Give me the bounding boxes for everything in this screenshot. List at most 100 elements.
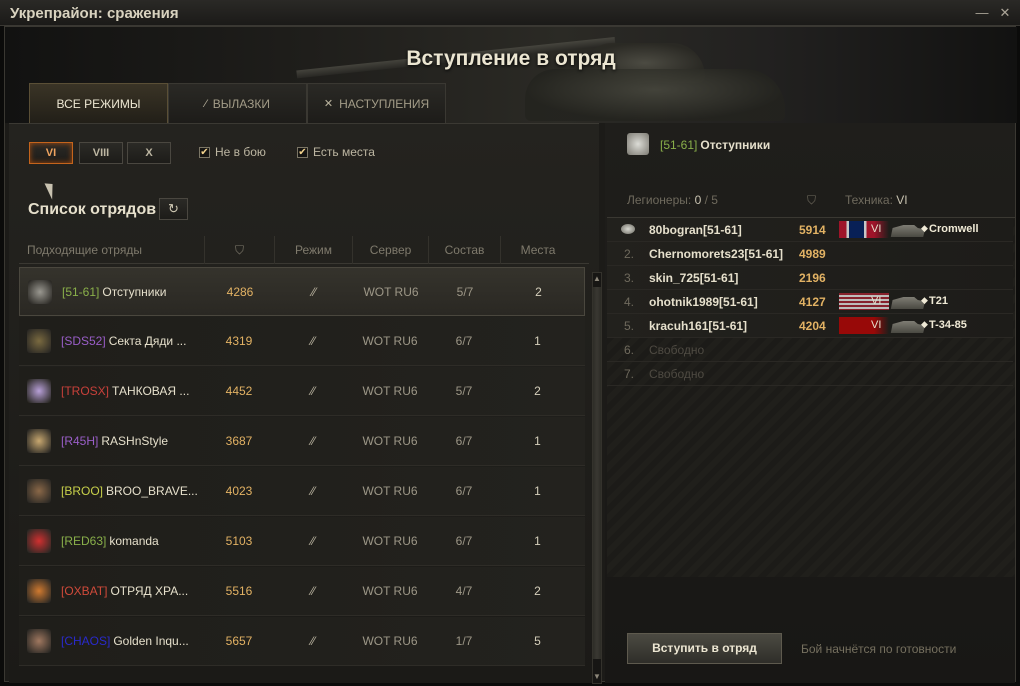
clan-tag: [SDS52] (61, 334, 106, 348)
team-rating: 5103 (225, 534, 253, 548)
team-title: [51-61] Отступники (660, 138, 770, 152)
clan-name: BROO_BRAVE... (106, 484, 198, 498)
mode-icon: ⁄⁄ (310, 484, 315, 498)
clan-tag: [51-61] (62, 285, 100, 299)
tank-icon (890, 225, 925, 237)
sortie-icon: ⁄ (204, 97, 207, 110)
player-rating: 5914 (799, 223, 826, 237)
mode-icon: ⁄⁄ (310, 434, 315, 448)
team-server: WOT RU6 (362, 634, 418, 648)
column-server[interactable]: Сервер (352, 236, 428, 264)
clan-name: Секта Дяди ... (108, 334, 187, 348)
tank-icon (890, 321, 925, 333)
clan-tag: [OXBAT] (61, 584, 108, 598)
team-label: [51-61] Отступники (62, 285, 166, 299)
team-slot[interactable]: 5. kracuh161[51-61] 4204 VI ◆ T-34-85 (607, 314, 1013, 338)
team-slot[interactable]: 4. ohotnik1989[51-61] 4127 VI ◆ T21 (607, 290, 1013, 314)
tank-name: T21 (929, 295, 948, 307)
team-row[interactable]: [TROSX] ТАНКОВАЯ ... 4452 ⁄⁄ WOT RU6 5/7 2 (19, 367, 585, 416)
clan-tag: [TROSX] (61, 384, 110, 398)
refresh-button[interactable]: ↻ (159, 198, 188, 220)
scroll-down-icon[interactable]: ▼ (593, 671, 601, 683)
team-slot[interactable]: 80bogran[51-61] 5914 VI ◆ Cromwell (607, 218, 1013, 242)
tech-label: Техника: (845, 193, 893, 207)
team-row[interactable]: [OXBAT] ОТРЯД ХРА... 5516 ⁄⁄ WOT RU6 4/7 2 (19, 567, 585, 616)
team-places: 2 (534, 584, 541, 598)
team-row[interactable]: [CHAOS] Golden Inqu... 5657 ⁄⁄ WOT RU6 1/7 5 (19, 617, 585, 666)
checkmark-icon: ✔ (199, 146, 210, 158)
team-row[interactable]: [BROO] BROO_BRAVE... 4023 ⁄⁄ WOT RU6 6/7 1 (19, 467, 585, 516)
team-slots: 80bogran[51-61] 5914 VI ◆ Cromwell 2. Chernomo… (607, 217, 1015, 577)
team-composition: 4/7 (455, 584, 473, 598)
player-name: Свободно (649, 343, 705, 357)
wolf-emblem-icon (28, 280, 52, 304)
tank-tier: VI (871, 295, 882, 307)
slot-number: 6. (624, 343, 635, 357)
team-row[interactable]: [51-61] Отступники 4286 ⁄⁄ WOT RU6 5/7 2 (19, 267, 585, 316)
close-icon[interactable]: ✕ (998, 6, 1012, 20)
tier-filter-viii[interactable]: VIII (79, 142, 123, 164)
column-composition[interactable]: Состав (428, 236, 500, 264)
team-slot[interactable]: 6. Свободно (607, 338, 1013, 362)
scroll-thumb[interactable] (593, 287, 601, 659)
scroll-up-icon[interactable]: ▲ (593, 273, 601, 285)
list-scrollbar[interactable]: ▲ ▼ (592, 272, 602, 684)
checkmark-icon: ✔ (297, 146, 308, 158)
minimize-icon[interactable]: — (975, 6, 989, 20)
mode-icon: ⁄⁄ (310, 634, 315, 648)
tech-info: Техника: VI (845, 193, 908, 207)
clan-name: komanda (109, 534, 159, 548)
tab-attacks[interactable]: ✕ НАСТУПЛЕНИЯ (307, 83, 446, 123)
tab-sorties-label: ВЫЛАЗКИ (212, 96, 271, 111)
team-slot[interactable]: 7. Свободно (607, 362, 1013, 386)
tank-name: Cromwell (929, 223, 979, 235)
team-detail-panel: [51-61] Отступники Легионеры: 0 / 5 ⛉ Тех… (605, 123, 1015, 683)
column-rating[interactable]: ⛉ (204, 236, 274, 264)
star-emblem-icon (27, 579, 51, 603)
team-label: [RED63] komanda (61, 534, 159, 548)
refresh-icon: ↻ (168, 201, 179, 216)
team-composition: 6/7 (455, 334, 473, 348)
tab-all-modes-label: ВСЕ РЕЖИМЫ (56, 96, 141, 111)
commander-icon (621, 224, 635, 234)
tank-icon (890, 297, 925, 309)
clan-name: ТАНКОВАЯ ... (112, 384, 190, 398)
team-list-panel: VI VIII X ✔ Не в бою ✔ Есть места Список… (9, 123, 602, 684)
player-name: kracuh161[51-61] (649, 319, 748, 333)
wolf-emblem-icon (627, 133, 649, 155)
tank-class-icon: ◆ (921, 295, 928, 305)
attack-icon: ✕ (323, 98, 334, 110)
player-name: ohotnik1989[51-61] (649, 295, 758, 309)
has-places-checkbox[interactable]: ✔ Есть места (297, 145, 375, 159)
team-row[interactable]: [RED63] komanda 5103 ⁄⁄ WOT RU6 6/7 1 (19, 517, 585, 566)
team-row[interactable]: [SDS52] Секта Дяди ... 4319 ⁄⁄ WOT RU6 6/7 1 (19, 317, 585, 366)
tank-name: T-34-85 (929, 319, 967, 331)
team-composition: 6/7 (455, 434, 473, 448)
tier-filter-vi[interactable]: VI (29, 142, 73, 164)
column-teams[interactable]: Подходящие отряды (19, 236, 199, 264)
mode-tabs: ВСЕ РЕЖИМЫ ⁄ ВЫЛАЗКИ ✕ НАСТУПЛЕНИЯ (29, 83, 446, 123)
team-label: [SDS52] Секта Дяди ... (61, 334, 186, 348)
usa-flag-icon (839, 293, 889, 310)
tank-emblem-icon (27, 329, 51, 353)
column-places[interactable]: Места (500, 236, 575, 264)
column-mode[interactable]: Режим (274, 236, 352, 264)
team-slot[interactable]: 3. skin_725[51-61] 2196 (607, 266, 1013, 290)
join-team-button[interactable]: Вступить в отряд (627, 633, 782, 664)
team-slot[interactable]: 2. Chernomorets23[51-61] 4989 (607, 242, 1013, 266)
player-rating: 2196 (799, 271, 826, 285)
team-rating: 4452 (225, 384, 253, 398)
team-places: 1 (534, 484, 541, 498)
list-header: Подходящие отряды ⛉ Режим Сервер Состав … (19, 236, 589, 264)
not-in-battle-checkbox[interactable]: ✔ Не в бою (199, 145, 266, 159)
team-row[interactable]: [R45H] RASHnStyle 3687 ⁄⁄ WOT RU6 6/7 1 (19, 417, 585, 466)
player-name: Свободно (649, 367, 705, 381)
portrait-emblem-icon (27, 479, 51, 503)
tab-all-modes[interactable]: ВСЕ РЕЖИМЫ (29, 83, 168, 123)
team-server: WOT RU6 (362, 584, 418, 598)
team-composition: 6/7 (455, 484, 473, 498)
clan-name: Golden Inqu... (113, 634, 189, 648)
tier-filter-x[interactable]: X (127, 142, 171, 164)
tab-sorties[interactable]: ⁄ ВЫЛАЗКИ (168, 83, 307, 123)
team-places: 1 (534, 334, 541, 348)
